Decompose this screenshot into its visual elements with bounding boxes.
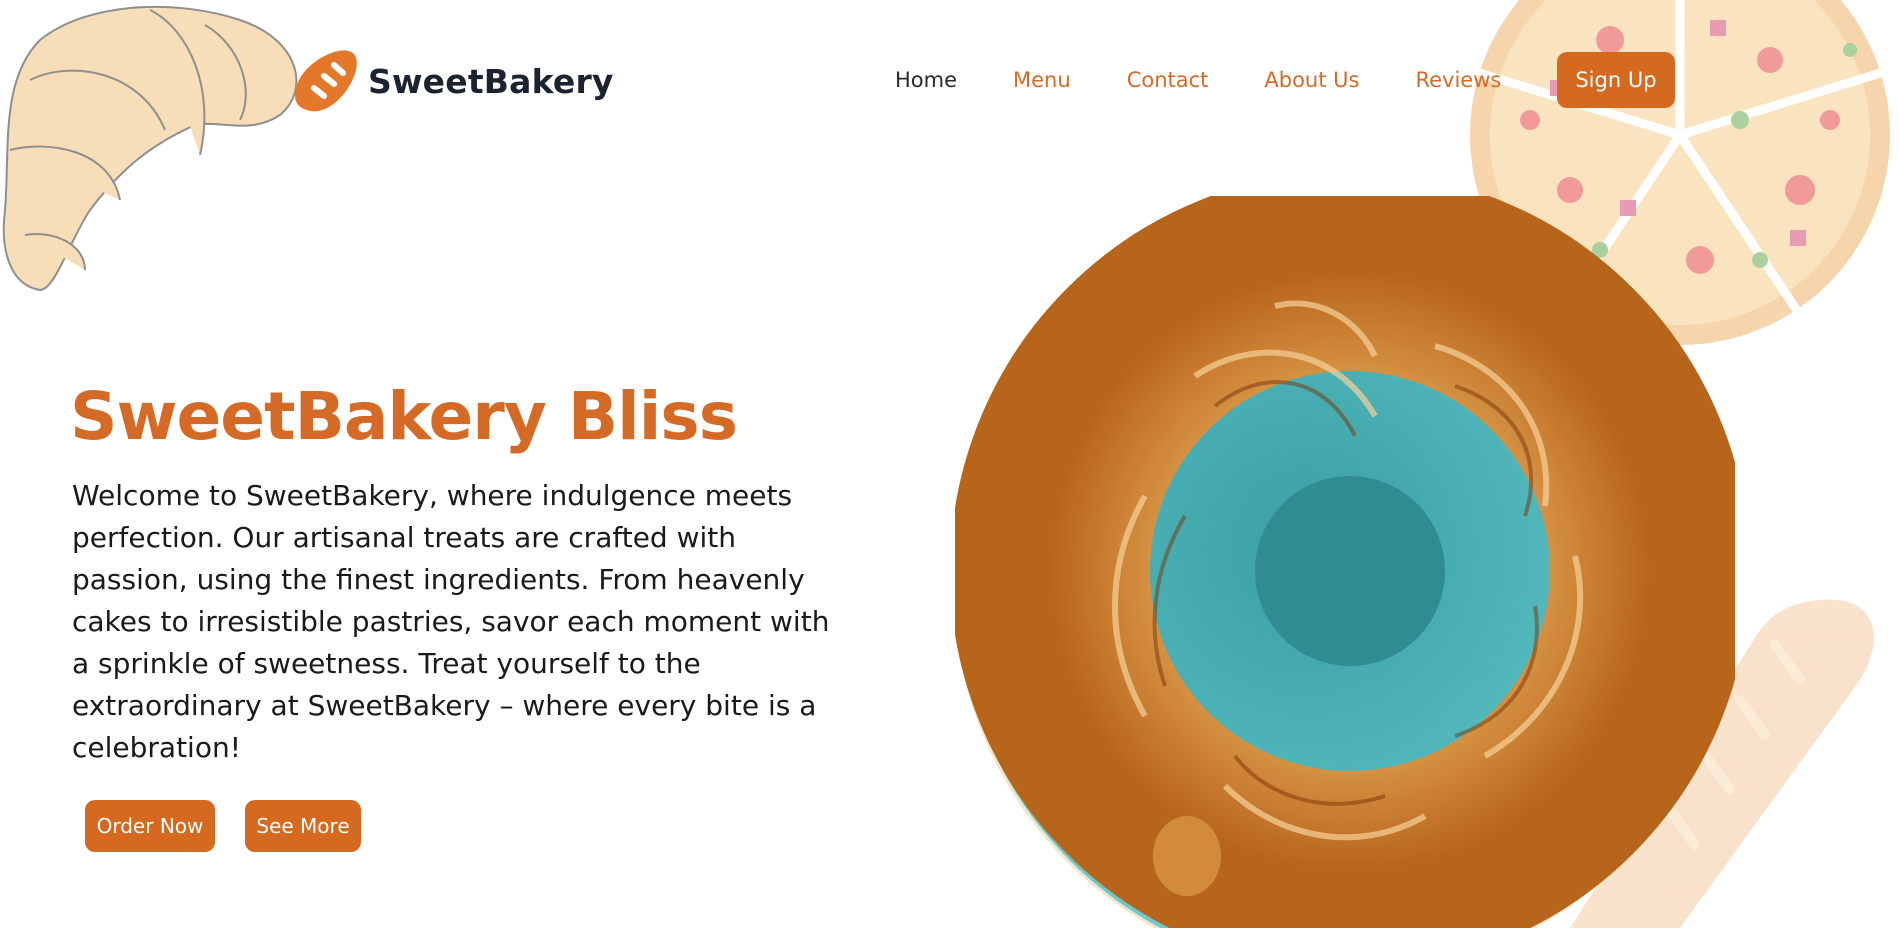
nav-menu[interactable]: Menu bbox=[1013, 52, 1071, 108]
brand-name: SweetBakery bbox=[368, 61, 614, 101]
hero-image bbox=[950, 171, 1750, 932]
bread-loaf-icon bbox=[295, 50, 357, 112]
nav-home[interactable]: Home bbox=[895, 52, 957, 108]
hero-title: SweetBakery Bliss bbox=[70, 378, 738, 455]
hero-description: Welcome to SweetBakery, where indulgence… bbox=[72, 479, 830, 764]
brand[interactable]: SweetBakery bbox=[288, 44, 614, 118]
sign-up-button[interactable]: Sign Up bbox=[1557, 52, 1675, 108]
order-now-button[interactable]: Order Now bbox=[85, 800, 215, 852]
main-nav: Home Menu Contact About Us Reviews Sign … bbox=[895, 52, 1675, 108]
see-more-button[interactable]: See More bbox=[245, 800, 361, 852]
nav-about-us[interactable]: About Us bbox=[1264, 52, 1359, 108]
croissant-illustration bbox=[2, 5, 298, 292]
nav-contact[interactable]: Contact bbox=[1127, 52, 1209, 108]
nav-reviews[interactable]: Reviews bbox=[1415, 52, 1501, 108]
